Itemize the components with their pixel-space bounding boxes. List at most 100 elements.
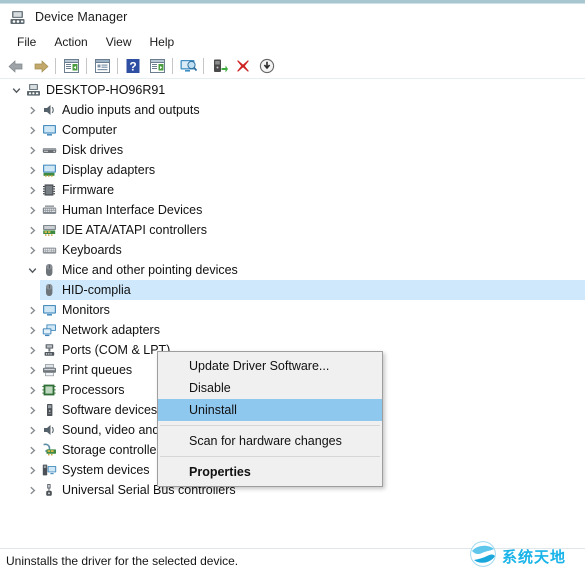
tree-row-disk-drives[interactable]: Disk drives — [0, 140, 585, 160]
status-bar-text: Uninstalls the driver for the selected d… — [6, 553, 239, 568]
tree-item-label: Software devices — [62, 403, 158, 417]
download-icon — [259, 58, 275, 74]
toolbar-console-tree-button[interactable] — [59, 55, 83, 77]
tree-row-root[interactable]: DESKTOP-HO96R91 — [0, 80, 585, 100]
chevron-right-icon[interactable] — [24, 122, 40, 138]
chevron-right-icon[interactable] — [24, 102, 40, 118]
chevron-right-icon[interactable] — [24, 382, 40, 398]
tree-item-label: Keyboards — [62, 243, 122, 257]
menu-file[interactable]: File — [8, 33, 45, 52]
chip-icon — [40, 182, 58, 198]
show-hide-console-tree-icon — [63, 59, 79, 73]
chevron-right-icon[interactable] — [24, 302, 40, 318]
toolbar-separator-2 — [86, 58, 87, 74]
toolbar-separator-3 — [117, 58, 118, 74]
globe-icon — [469, 540, 499, 572]
tree-item-label: Audio inputs and outputs — [62, 103, 200, 117]
tree-row-mice-and-other-pointing-devices[interactable]: Mice and other pointing devices — [0, 260, 585, 280]
tree-root-label: DESKTOP-HO96R91 — [46, 83, 166, 97]
chevron-right-icon[interactable] — [24, 342, 40, 358]
tree-item-label: Human Interface Devices — [62, 203, 203, 217]
toolbar-separator-5 — [203, 58, 204, 74]
tree-item-label: Disk drives — [62, 143, 124, 157]
tree-row-hid-compliant-mouse[interactable]: HID-complia — [0, 280, 585, 300]
tree-item-label: System devices — [62, 463, 150, 477]
chevron-right-icon[interactable] — [24, 422, 40, 438]
toolbar-update-driver-button[interactable] — [145, 55, 169, 77]
chevron-right-icon[interactable] — [24, 402, 40, 418]
printer-icon — [40, 362, 58, 378]
chevron-right-icon[interactable] — [24, 462, 40, 478]
chevron-right-icon[interactable] — [24, 162, 40, 178]
keyboard-icon — [40, 242, 58, 258]
toolbar-separator-1 — [55, 58, 56, 74]
back-arrow-icon — [7, 59, 22, 73]
toolbar-separator-4 — [172, 58, 173, 74]
tree-row-audio-inputs-and-outputs[interactable]: Audio inputs and outputs — [0, 100, 585, 120]
chevron-right-icon[interactable] — [24, 322, 40, 338]
ctx-properties[interactable]: Properties — [158, 461, 382, 483]
chevron-right-icon[interactable] — [24, 242, 40, 258]
menu-help[interactable]: Help — [141, 33, 184, 52]
tree-item-label: Ports (COM & LPT) — [62, 343, 171, 357]
display-adapter-icon — [40, 162, 58, 178]
mouse-icon — [40, 282, 58, 298]
toolbar-download-button[interactable] — [255, 55, 279, 77]
tree-item-label: Display adapters — [62, 163, 156, 177]
chevron-right-icon[interactable] — [24, 482, 40, 498]
toolbar-back-button[interactable] — [4, 55, 28, 77]
device-manager-icon — [9, 9, 26, 26]
usb-icon — [40, 482, 58, 498]
system-device-icon — [40, 462, 58, 478]
tree-row-ide-ata-atapi-controllers[interactable]: IDE ATA/ATAPI controllers — [0, 220, 585, 240]
tree-item-label: IDE ATA/ATAPI controllers — [62, 223, 207, 237]
ctx-uninstall[interactable]: Uninstall — [158, 399, 382, 421]
ctx-disable[interactable]: Disable — [158, 377, 382, 399]
chevron-right-icon[interactable] — [24, 362, 40, 378]
tree-item-label: Storage controllers — [62, 443, 167, 457]
port-icon — [40, 342, 58, 358]
tree-row-display-adapters[interactable]: Display adapters — [0, 160, 585, 180]
tree-row-firmware[interactable]: Firmware — [0, 180, 585, 200]
context-menu[interactable]: Update Driver Software... Disable Uninst… — [157, 351, 383, 487]
ctx-update-driver[interactable]: Update Driver Software... — [158, 355, 382, 377]
toolbar-enable-device-button[interactable] — [207, 55, 231, 77]
toolbar-uninstall-button[interactable] — [231, 55, 255, 77]
menu-bar: File Action View Help — [0, 31, 585, 53]
tree-item-label: Firmware — [62, 183, 115, 197]
chevron-down-icon[interactable] — [8, 82, 24, 98]
tree-item-label: Network adapters — [62, 323, 160, 337]
ctx-scan-hardware[interactable]: Scan for hardware changes — [158, 430, 382, 452]
tree-row-monitors[interactable]: Monitors — [0, 300, 585, 320]
mouse-icon — [40, 262, 58, 278]
watermark: 系统天地 — [469, 540, 581, 572]
network-adapter-icon — [40, 322, 58, 338]
chevron-right-icon[interactable] — [24, 182, 40, 198]
tree-row-network-adapters[interactable]: Network adapters — [0, 320, 585, 340]
tree-row-keyboards[interactable]: Keyboards — [0, 240, 585, 260]
chevron-right-icon[interactable] — [24, 142, 40, 158]
svg-text:?: ? — [129, 59, 136, 73]
toolbar-forward-button[interactable] — [28, 55, 52, 77]
menu-view[interactable]: View — [97, 33, 141, 52]
chevron-right-icon[interactable] — [24, 442, 40, 458]
enable-device-icon — [213, 59, 228, 73]
uninstall-device-icon — [237, 60, 249, 72]
toolbar-properties-button[interactable] — [90, 55, 114, 77]
toolbar-scan-monitor-button[interactable] — [176, 55, 200, 77]
chevron-right-icon[interactable] — [24, 202, 40, 218]
help-icon: ? — [126, 59, 140, 73]
toolbar-bottom-border — [0, 78, 585, 79]
chevron-right-icon[interactable] — [24, 222, 40, 238]
toolbar-help-button[interactable]: ? — [121, 55, 145, 77]
chevron-down-icon[interactable] — [24, 262, 40, 278]
tree-item-label: HID-complia — [62, 283, 131, 297]
tree-row-human-interface-devices[interactable]: Human Interface Devices — [0, 200, 585, 220]
tree-row-computer[interactable]: Computer — [0, 120, 585, 140]
ide-controller-icon — [40, 222, 58, 238]
tree-item-label: Computer — [62, 123, 117, 137]
disk-drive-icon — [40, 142, 58, 158]
menu-action[interactable]: Action — [45, 33, 96, 52]
tree-item-label: Mice and other pointing devices — [62, 263, 238, 277]
device-tree[interactable]: DESKTOP-HO96R91 Audio inputs and outputs — [0, 80, 585, 548]
